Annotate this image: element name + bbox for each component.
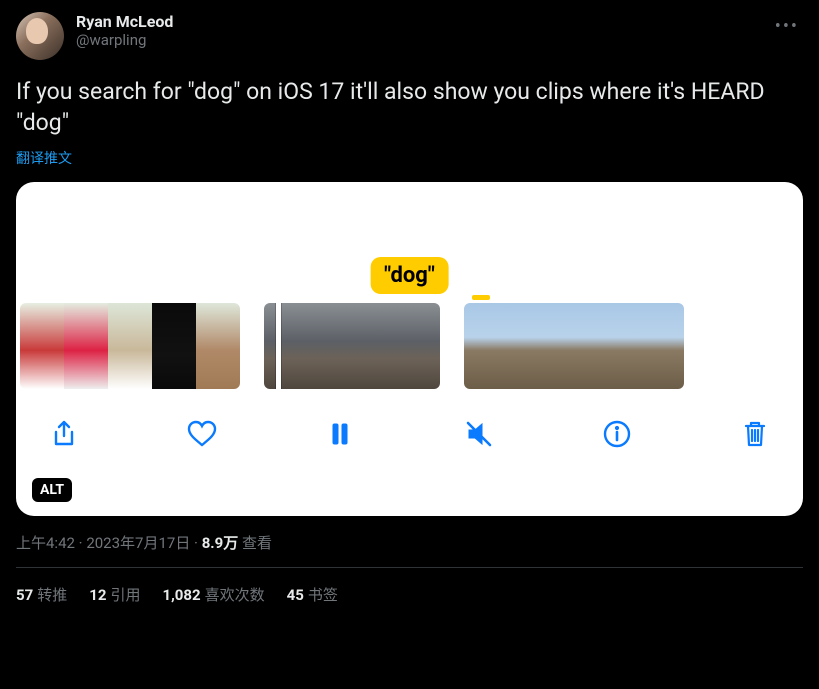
alt-badge[interactable]: ALT: [32, 478, 72, 502]
frame: [152, 303, 196, 389]
frame: [596, 303, 640, 389]
info-icon: [601, 418, 633, 450]
trash-icon: [739, 418, 771, 450]
search-tag-tick: [472, 295, 490, 300]
tweet-text: If you search for "dog" on iOS 17 it'll …: [16, 76, 803, 138]
tweet-header: Ryan McLeod @warpling •••: [16, 12, 803, 60]
search-tag: "dog": [370, 257, 449, 294]
frame: [264, 303, 308, 389]
quotes-stat[interactable]: 12引用: [89, 584, 140, 605]
tweet-date[interactable]: 2023年7月17日: [86, 534, 190, 552]
share-button[interactable]: [44, 414, 84, 454]
speaker-muted-icon: [463, 418, 495, 450]
retweets-stat[interactable]: 57转推: [16, 584, 67, 605]
playhead[interactable]: [276, 303, 281, 389]
author-names[interactable]: Ryan McLeod @warpling: [76, 12, 759, 49]
frame: [640, 303, 684, 389]
filmstrip: [16, 300, 803, 392]
frame: [396, 303, 440, 389]
heart-icon: [186, 418, 218, 450]
mute-button[interactable]: [459, 414, 499, 454]
views-count: 8.9万: [202, 534, 239, 552]
avatar[interactable]: [16, 12, 64, 60]
frame: [508, 303, 552, 389]
bookmarks-stat[interactable]: 45书签: [287, 584, 338, 605]
frame: [308, 303, 352, 389]
tweet-stats: 57转推 12引用 1,082喜欢次数 45书签: [16, 568, 803, 621]
clip-3[interactable]: [464, 303, 684, 389]
translate-link[interactable]: 翻译推文: [16, 148, 72, 168]
frame: [464, 303, 508, 389]
frame: [64, 303, 108, 389]
frame: [352, 303, 396, 389]
tweet-meta: 上午4:42 · 2023年7月17日 · 8.9万 查看: [16, 532, 803, 553]
media-toolbar: [16, 392, 803, 454]
views-label: 查看: [238, 534, 272, 552]
frame: [20, 303, 64, 389]
frame: [108, 303, 152, 389]
delete-button[interactable]: [735, 414, 775, 454]
tweet-time[interactable]: 上午4:42: [16, 534, 75, 552]
info-button[interactable]: [597, 414, 637, 454]
handle: @warpling: [76, 31, 759, 49]
media-card[interactable]: "dog": [16, 182, 803, 516]
share-icon: [48, 418, 80, 450]
media-top: "dog": [16, 182, 803, 300]
more-icon[interactable]: •••: [771, 12, 803, 41]
clip-1[interactable]: [20, 303, 240, 389]
like-button[interactable]: [182, 414, 222, 454]
frame: [196, 303, 240, 389]
pause-icon: [324, 418, 356, 450]
tweet-container: Ryan McLeod @warpling ••• If you search …: [0, 0, 819, 621]
likes-stat[interactable]: 1,082喜欢次数: [162, 584, 264, 605]
frame: [552, 303, 596, 389]
display-name: Ryan McLeod: [76, 12, 759, 31]
clip-2[interactable]: [264, 303, 440, 389]
pause-button[interactable]: [320, 414, 360, 454]
